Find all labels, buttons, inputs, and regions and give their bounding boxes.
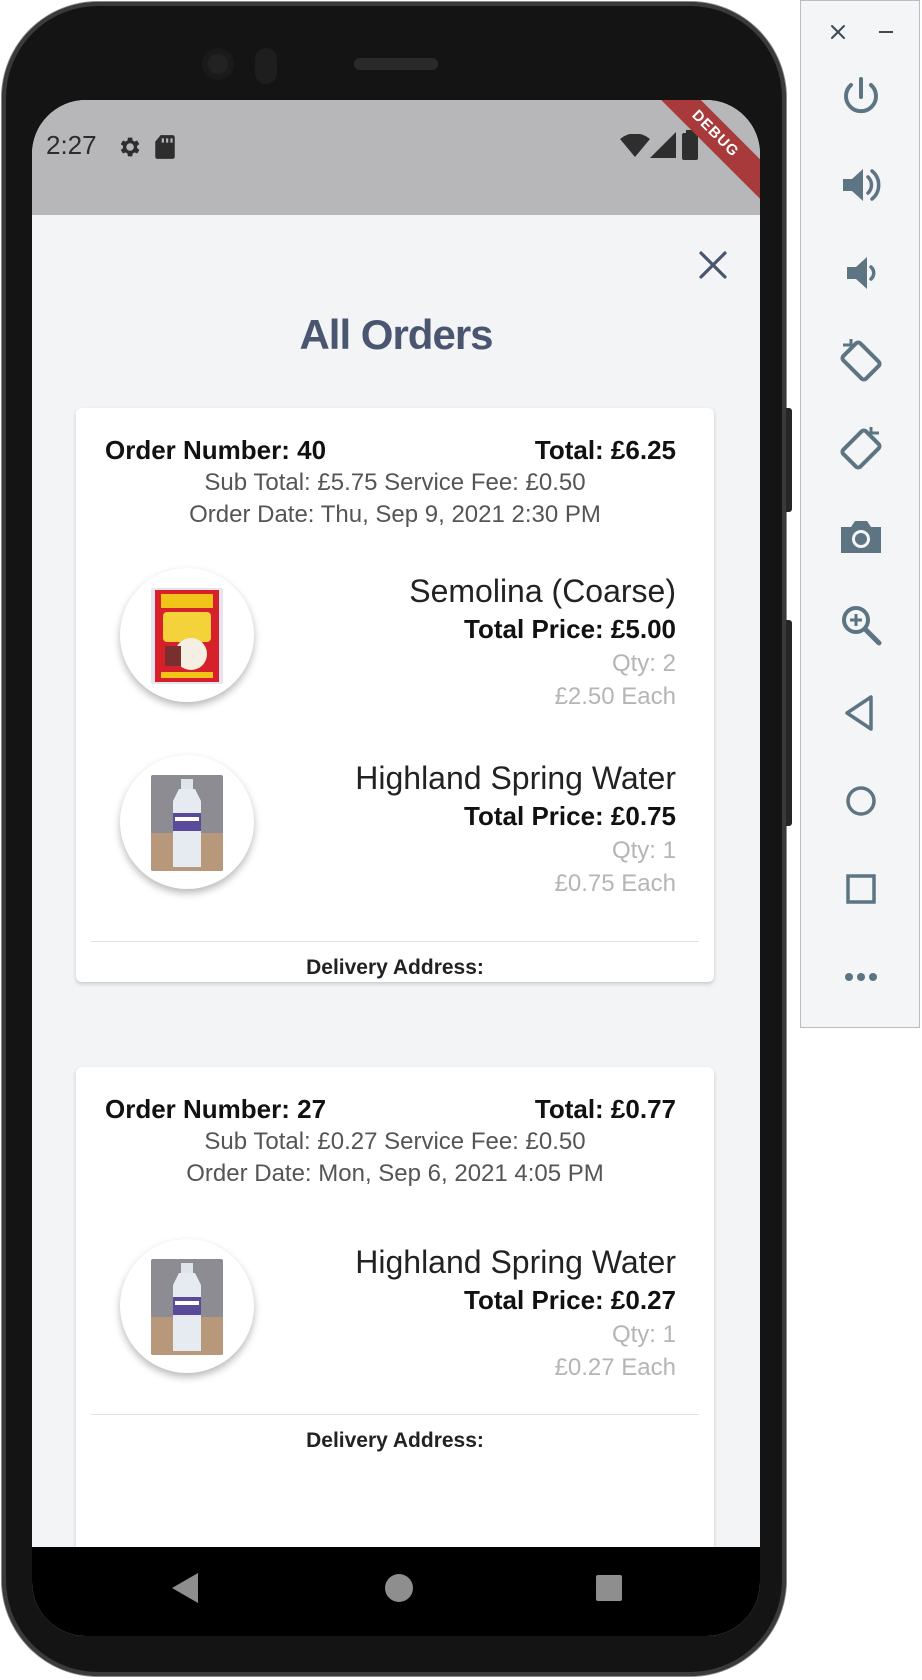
item-total-price: Total Price: £0.75 — [464, 801, 676, 831]
power-button[interactable] — [835, 71, 887, 123]
item-each-price: £0.75 Each — [554, 870, 676, 897]
proximity-sensor — [255, 48, 277, 84]
order-date: Order Date: Mon, Sep 6, 2021 4:05 PM — [186, 1160, 604, 1187]
settings-icon — [120, 137, 140, 157]
phone-screen: 2:27 DEBUG All Orders Order Number: 40 T… — [32, 100, 760, 1636]
camera-icon — [841, 521, 881, 553]
back-icon[interactable] — [168, 1571, 202, 1605]
volume-down-button[interactable] — [835, 247, 887, 299]
recents-icon[interactable] — [592, 1571, 626, 1605]
item-total-price: Total Price: £5.00 — [464, 614, 676, 644]
divider — [91, 941, 699, 942]
side-button-volume — [786, 620, 792, 826]
emulator-toolbar — [800, 0, 920, 1028]
orders-page[interactable]: All Orders Order Number: 40 Total: £6.25… — [32, 215, 760, 1547]
home-icon — [846, 786, 876, 816]
order-number: Order Number: 40 — [105, 435, 327, 465]
item-qty: Qty: 2 — [611, 650, 676, 677]
overview-icon — [846, 874, 876, 904]
home-icon[interactable] — [382, 1571, 416, 1605]
front-camera — [202, 48, 234, 80]
status-time: 2:27 — [46, 130, 97, 160]
back-button[interactable] — [835, 687, 887, 739]
water-bottle-image — [151, 775, 223, 871]
item-name: Highland Spring Water — [355, 760, 676, 796]
order-item[interactable]: Semolina (Coarse) Total Price: £5.00 Qty… — [76, 568, 714, 710]
order-subtotal-fee: Sub Total: £0.27 Service Fee: £0.50 — [204, 1128, 586, 1155]
earpiece-speaker — [354, 58, 438, 70]
signal-icon — [650, 132, 676, 158]
item-qty: Qty: 1 — [611, 1321, 676, 1348]
order-item[interactable]: Highland Spring Water Total Price: £0.75… — [76, 755, 714, 897]
zoom-button[interactable] — [835, 599, 887, 651]
item-qty: Qty: 1 — [611, 837, 676, 864]
zoom-icon — [842, 606, 882, 646]
overview-button[interactable] — [835, 863, 887, 915]
item-each-price: £2.50 Each — [554, 683, 676, 710]
order-total: Total: £0.77 — [534, 1094, 676, 1124]
screenshot-button[interactable] — [835, 511, 887, 563]
order-item[interactable]: Highland Spring Water Total Price: £0.27… — [76, 1239, 714, 1381]
volume-up-icon — [843, 169, 881, 201]
order-number: Order Number: 27 — [105, 1094, 327, 1124]
minimize-icon[interactable] — [873, 19, 899, 45]
sd-card-icon — [155, 135, 175, 159]
rotate-left-button[interactable] — [835, 335, 887, 387]
side-button-power — [786, 408, 792, 512]
order-date: Order Date: Thu, Sep 9, 2021 2:30 PM — [189, 501, 601, 528]
volume-up-button[interactable] — [835, 159, 887, 211]
product-thumbnail — [120, 755, 254, 889]
product-thumbnail — [120, 568, 254, 702]
close-icon[interactable] — [825, 19, 851, 45]
status-bar: 2:27 DEBUG — [32, 100, 760, 215]
item-total-price: Total Price: £0.27 — [464, 1285, 676, 1315]
navigation-bar — [32, 1547, 760, 1636]
rotate-right-button[interactable] — [835, 423, 887, 475]
home-button[interactable] — [835, 775, 887, 827]
rotate-left-icon — [840, 339, 882, 382]
item-name: Semolina (Coarse) — [409, 573, 676, 609]
item-name: Highland Spring Water — [355, 1244, 676, 1280]
product-thumbnail — [120, 1239, 254, 1373]
divider — [91, 1414, 699, 1415]
wifi-icon — [620, 134, 650, 157]
order-total: Total: £6.25 — [534, 435, 676, 465]
rotate-right-icon — [840, 427, 882, 470]
power-icon — [844, 77, 878, 114]
water-bottle-image — [151, 1259, 223, 1355]
page-title: All Orders — [299, 311, 493, 358]
semolina-product-image — [151, 588, 223, 684]
order-card: Order Number: 27 Total: £0.77 Sub Total:… — [76, 1067, 714, 1547]
more-icon — [845, 973, 877, 981]
item-each-price: £0.27 Each — [554, 1354, 676, 1381]
back-icon — [845, 695, 873, 731]
order-card: Order Number: 40 Total: £6.25 Sub Total:… — [76, 408, 714, 982]
close-icon[interactable] — [696, 248, 730, 282]
volume-down-icon — [847, 257, 876, 289]
more-button[interactable] — [835, 951, 887, 1003]
delivery-address-label: Delivery Address: — [306, 956, 484, 979]
order-subtotal-fee: Sub Total: £5.75 Service Fee: £0.50 — [204, 469, 586, 496]
phone-frame: 2:27 DEBUG All Orders Order Number: 40 T… — [2, 2, 792, 1676]
delivery-address-label: Delivery Address: — [306, 1429, 484, 1452]
